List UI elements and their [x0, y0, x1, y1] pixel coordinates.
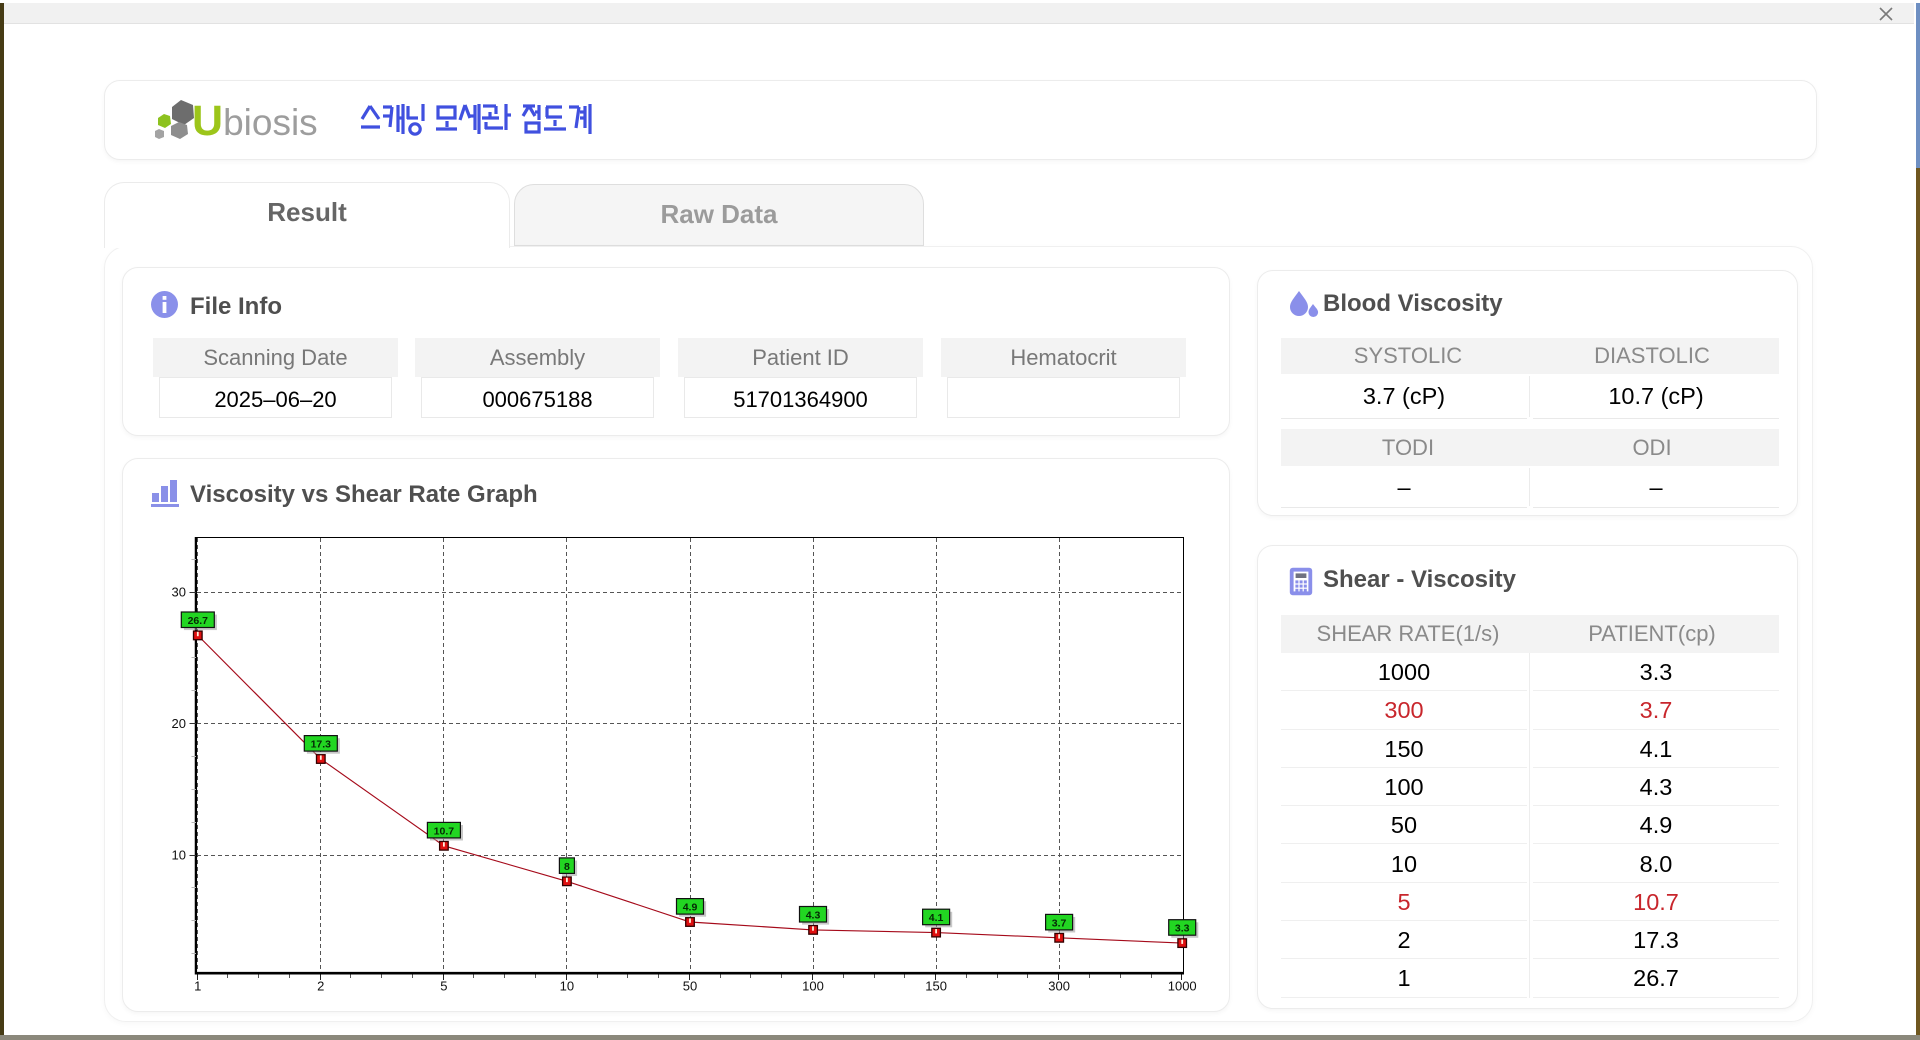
svg-text:1: 1 — [194, 979, 201, 994]
svg-text:17.3: 17.3 — [311, 739, 332, 751]
svg-text:100: 100 — [802, 979, 824, 994]
svg-text:300: 300 — [1048, 979, 1070, 994]
svg-text:50: 50 — [683, 979, 697, 994]
svg-text:20: 20 — [172, 716, 186, 731]
svg-text:8: 8 — [564, 861, 570, 873]
svg-text:10: 10 — [560, 979, 574, 994]
svg-text:10.7: 10.7 — [434, 825, 455, 837]
svg-text:10: 10 — [172, 848, 186, 863]
svg-text:4.1: 4.1 — [929, 912, 944, 924]
svg-text:150: 150 — [925, 979, 947, 994]
svg-text:26.7: 26.7 — [188, 615, 209, 627]
svg-text:3.7: 3.7 — [1052, 917, 1067, 929]
svg-text:5: 5 — [440, 979, 447, 994]
svg-text:4.9: 4.9 — [683, 902, 698, 914]
svg-text:1000: 1000 — [1168, 979, 1197, 994]
svg-text:3.3: 3.3 — [1175, 923, 1190, 935]
svg-text:30: 30 — [172, 585, 186, 600]
svg-text:2: 2 — [317, 979, 324, 994]
svg-text:4.3: 4.3 — [806, 910, 821, 922]
